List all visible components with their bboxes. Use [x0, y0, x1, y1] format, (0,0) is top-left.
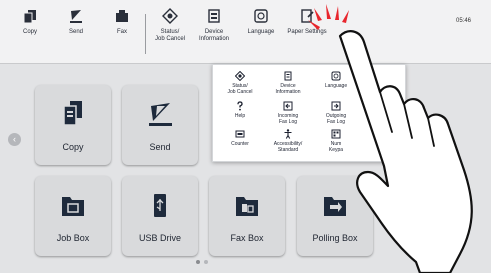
topbar-fax-button[interactable]: Fax — [106, 8, 138, 60]
counter-icon — [235, 130, 245, 138]
tile-usb-drive[interactable]: USB Drive — [122, 176, 198, 256]
topbar-divider — [145, 14, 146, 54]
accessibility-icon — [284, 129, 292, 139]
incoming-fax-log-icon — [283, 101, 293, 111]
usb-drive-icon — [154, 194, 166, 217]
send-icon — [149, 103, 172, 126]
tile-fax-box[interactable]: Fax Box — [209, 176, 285, 256]
popup-numeric-keypad-button[interactable]: Num Keypa — [313, 129, 359, 159]
tile-job-box[interactable]: Job Box — [35, 176, 111, 256]
tile-send[interactable]: Send — [122, 85, 198, 165]
status-icon — [162, 8, 178, 24]
language-icon — [331, 71, 341, 81]
status-icon — [235, 71, 245, 81]
copy-icon — [23, 10, 36, 24]
job-box-icon — [62, 197, 84, 216]
popup-incoming-fax-log-button[interactable]: Incoming Fax Log — [265, 101, 311, 131]
top-bar: Copy Send Fax Status/ Job Cancel Device — [0, 0, 491, 64]
printer-home-screen: Copy Send Fax Status/ Job Cancel Device — [0, 0, 491, 273]
language-icon — [254, 9, 268, 23]
previous-page-arrow-icon[interactable]: ‹ — [8, 133, 21, 146]
help-icon — [237, 101, 243, 111]
fax-icon — [116, 10, 128, 22]
topbar-status-button[interactable]: Status/ Job Cancel — [150, 8, 190, 60]
copy-icon — [63, 101, 82, 126]
numeric-keypad-icon — [331, 129, 341, 139]
topbar-language-button[interactable]: Language — [242, 8, 280, 60]
popup-status-button[interactable]: Status/ Job Cancel — [217, 71, 263, 101]
page-dot-active — [196, 260, 200, 264]
popup-help-button[interactable]: Help — [217, 101, 263, 131]
popup-accessibility-button[interactable]: Accessibility/ Standard — [265, 129, 311, 159]
fax-box-icon — [236, 197, 258, 216]
popup-counter-button[interactable]: Counter — [217, 129, 263, 159]
topbar-copy-button[interactable]: Copy — [14, 8, 46, 60]
topbar-paper-settings-button[interactable]: Paper Settings — [284, 8, 330, 60]
popup-language-button[interactable]: Language — [313, 71, 359, 101]
device-info-icon — [284, 71, 292, 81]
tile-copy[interactable]: Copy — [35, 85, 111, 165]
popup-outgoing-fax-log-button[interactable]: Outgoing Fax Log — [313, 101, 359, 131]
topbar-send-button[interactable]: Send — [60, 8, 92, 60]
send-icon — [70, 10, 82, 23]
system-menu-popup: Status/ Job Cancel Device Information La… — [212, 64, 406, 162]
device-info-icon — [208, 9, 220, 23]
page-indicator — [196, 260, 208, 264]
popup-device-info-button[interactable]: Device Information — [265, 71, 311, 101]
polling-box-icon — [324, 197, 346, 216]
topbar-device-info-button[interactable]: Device Information — [194, 8, 234, 60]
outgoing-fax-log-icon — [331, 101, 341, 111]
paper-settings-icon — [301, 9, 314, 23]
page-dot — [204, 260, 208, 264]
clock: 05:46 — [456, 18, 472, 24]
tile-polling-box[interactable]: Polling Box — [297, 176, 373, 256]
